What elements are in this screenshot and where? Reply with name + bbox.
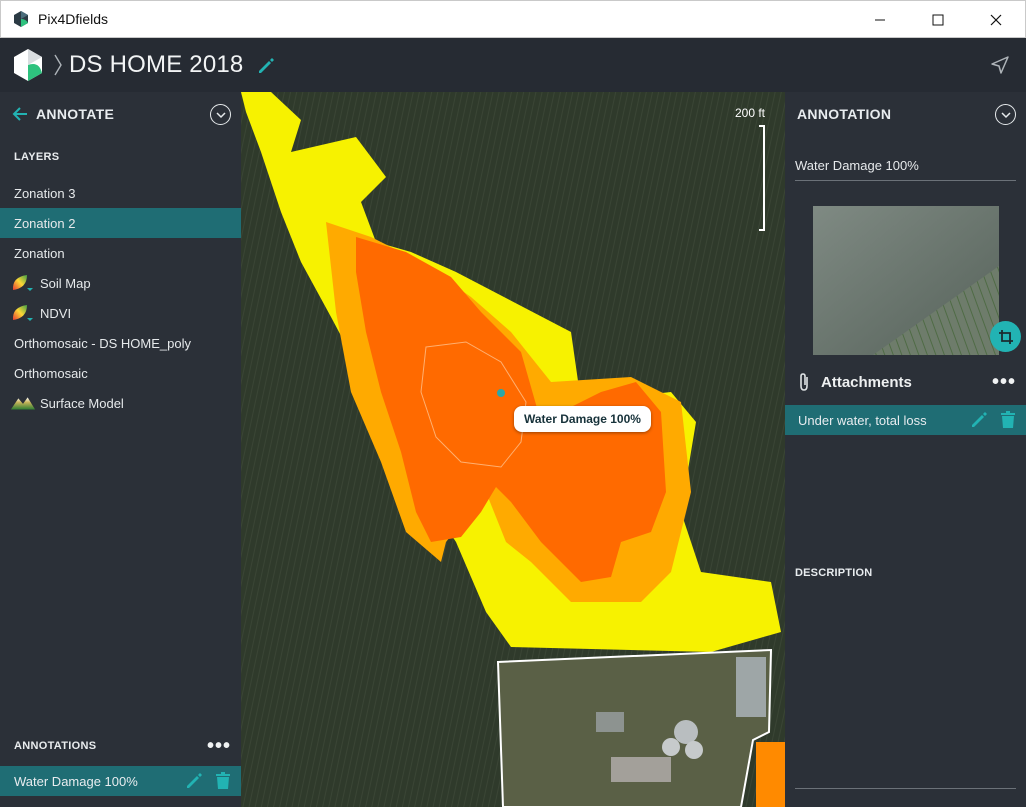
mountain-icon — [10, 394, 36, 412]
layer-item-surface-model[interactable]: Surface Model — [0, 388, 241, 418]
minimize-button[interactable] — [851, 1, 909, 38]
attachments-more-icon[interactable]: ••• — [992, 372, 1016, 392]
close-window-button[interactable] — [967, 1, 1025, 38]
crop-icon — [998, 329, 1013, 344]
layer-item-ndvi[interactable]: NDVI — [0, 298, 241, 328]
layer-item-orthomosaic-poly[interactable]: Orthomosaic - DS HOME_poly — [0, 328, 241, 358]
maximize-icon — [932, 14, 944, 25]
layer-label: Zonation — [14, 245, 65, 261]
grain-bin — [685, 741, 703, 759]
layer-label: Surface Model — [40, 395, 124, 411]
annotate-title: ANNOTATE — [36, 106, 115, 122]
grain-bin — [674, 720, 698, 744]
description-label: DESCRIPTION — [795, 567, 873, 579]
leaf-gradient-icon[interactable] — [10, 273, 36, 293]
attachments-title: Attachments — [821, 373, 912, 391]
send-navigation-icon[interactable] — [990, 55, 1010, 75]
farm-yard — [611, 757, 671, 782]
layer-item-zonation-3[interactable]: Zonation 3 — [0, 178, 241, 208]
trash-icon[interactable] — [1000, 411, 1016, 429]
map-canvas[interactable] — [241, 92, 785, 807]
annotation-photo[interactable] — [813, 206, 999, 355]
annotation-label: Water Damage 100% — [14, 773, 138, 789]
attachments-header: Attachments ••• — [785, 364, 1026, 400]
layer-label: Orthomosaic - DS HOME_poly — [14, 335, 191, 351]
minimize-icon — [875, 19, 885, 20]
layer-label: Zonation 3 — [14, 185, 76, 201]
annotations-section-header: ANNOTATIONS ••• — [0, 729, 241, 763]
layers-section-label: LAYERS — [14, 151, 60, 163]
chevron-right-icon — [54, 54, 62, 76]
layer-item-soil-map[interactable]: Soil Map — [0, 268, 241, 298]
pix4d-logo-icon[interactable] — [11, 48, 45, 82]
layer-item-zonation[interactable]: Zonation — [0, 238, 241, 268]
edit-project-pencil-icon[interactable] — [257, 57, 275, 75]
farm-building — [736, 657, 766, 717]
annotation-pin-icon[interactable] — [497, 389, 505, 397]
annotation-panel: ANNOTATION Water Damage 100% Attachments — [785, 92, 1026, 807]
back-arrow-icon[interactable] — [12, 107, 28, 121]
farmstead-boundary — [496, 648, 773, 807]
annotate-panel-header: ANNOTATE — [0, 92, 241, 136]
layer-label: NDVI — [40, 305, 72, 321]
layer-item-zonation-2[interactable]: Zonation 2 — [0, 208, 241, 238]
annotations-more-icon[interactable]: ••• — [207, 736, 231, 756]
chevron-down-icon — [1000, 111, 1011, 118]
edit-pencil-icon[interactable] — [970, 411, 988, 429]
annotation-title: ANNOTATION — [797, 106, 892, 122]
grain-bin — [662, 738, 680, 756]
paperclip-icon — [800, 373, 808, 391]
close-icon — [990, 14, 1002, 25]
annotation-map-tooltip[interactable]: Water Damage 100% — [514, 406, 651, 432]
chevron-down-icon — [215, 111, 226, 118]
annotate-panel: ANNOTATE LAYERS Zonation 3 Zonation 2 Zo… — [0, 92, 241, 807]
layer-item-orthomosaic[interactable]: Orthomosaic — [0, 358, 241, 388]
scale-bar — [759, 125, 765, 231]
description-field[interactable] — [795, 788, 1016, 789]
photo-crop-button[interactable] — [990, 321, 1021, 352]
project-title: DS HOME 2018 — [69, 51, 244, 78]
trash-icon[interactable] — [215, 772, 231, 790]
app-logo-icon — [14, 11, 28, 27]
annotation-list-item[interactable]: Water Damage 100% — [0, 766, 241, 796]
leaf-gradient-icon[interactable] — [10, 303, 36, 323]
zone-mid — [756, 742, 785, 807]
layer-label: Soil Map — [40, 275, 91, 291]
layer-label: Orthomosaic — [14, 365, 88, 381]
map-view[interactable]: 200 ft Water Damage 100% — [241, 92, 785, 807]
layer-label: Zonation 2 — [14, 215, 76, 231]
farm-building — [596, 712, 624, 732]
app-header: DS HOME 2018 — [0, 38, 1026, 92]
annotation-name-field[interactable]: Water Damage 100% — [795, 158, 1016, 181]
edit-pencil-icon[interactable] — [185, 772, 203, 790]
attachment-list-item[interactable]: Under water, total loss — [785, 405, 1026, 435]
maximize-button[interactable] — [909, 1, 967, 38]
window-title-bar: Pix4Dfields — [0, 0, 1026, 38]
app-title: Pix4Dfields — [38, 11, 109, 27]
annotation-panel-header: ANNOTATION — [785, 92, 1026, 136]
annotations-section-label: ANNOTATIONS — [14, 740, 97, 752]
annotation-collapse-button[interactable] — [995, 104, 1016, 125]
annotate-collapse-button[interactable] — [210, 104, 231, 125]
attachment-label: Under water, total loss — [798, 412, 927, 428]
scale-label: 200 ft — [734, 106, 765, 120]
